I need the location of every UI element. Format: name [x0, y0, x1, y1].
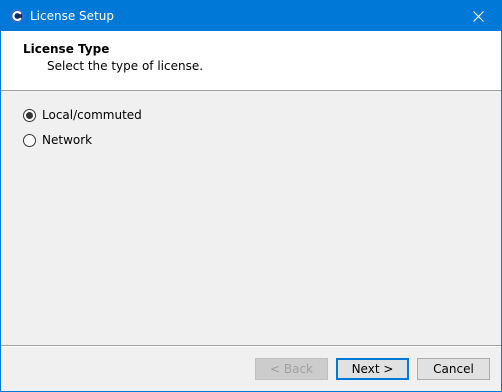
back-button[interactable]: < Back — [255, 358, 328, 380]
radio-dot — [26, 111, 33, 119]
cancel-button[interactable]: Cancel — [417, 358, 490, 380]
footer-divider — [1, 345, 501, 347]
close-icon — [472, 10, 484, 22]
radio-button-selected[interactable] — [23, 108, 36, 122]
radio-label-network[interactable]: Network — [42, 132, 92, 148]
app-logo-icon — [9, 8, 25, 24]
window-title: License Setup — [30, 9, 114, 23]
radio-network[interactable]: Network — [23, 131, 92, 149]
license-setup-dialog: License Setup License Type Select the ty… — [0, 0, 502, 392]
close-button[interactable] — [455, 1, 501, 31]
next-button[interactable]: Next > — [336, 358, 409, 380]
page-title: License Type — [23, 42, 110, 56]
radio-button-unselected[interactable] — [23, 133, 36, 147]
radio-label-local-commuted[interactable]: Local/commuted — [42, 107, 142, 123]
header-panel: License Type Select the type of license. — [1, 31, 501, 91]
title-bar[interactable]: License Setup — [1, 1, 501, 31]
radio-local-commuted[interactable]: Local/commuted — [23, 106, 142, 124]
page-subtitle: Select the type of license. — [47, 59, 204, 73]
